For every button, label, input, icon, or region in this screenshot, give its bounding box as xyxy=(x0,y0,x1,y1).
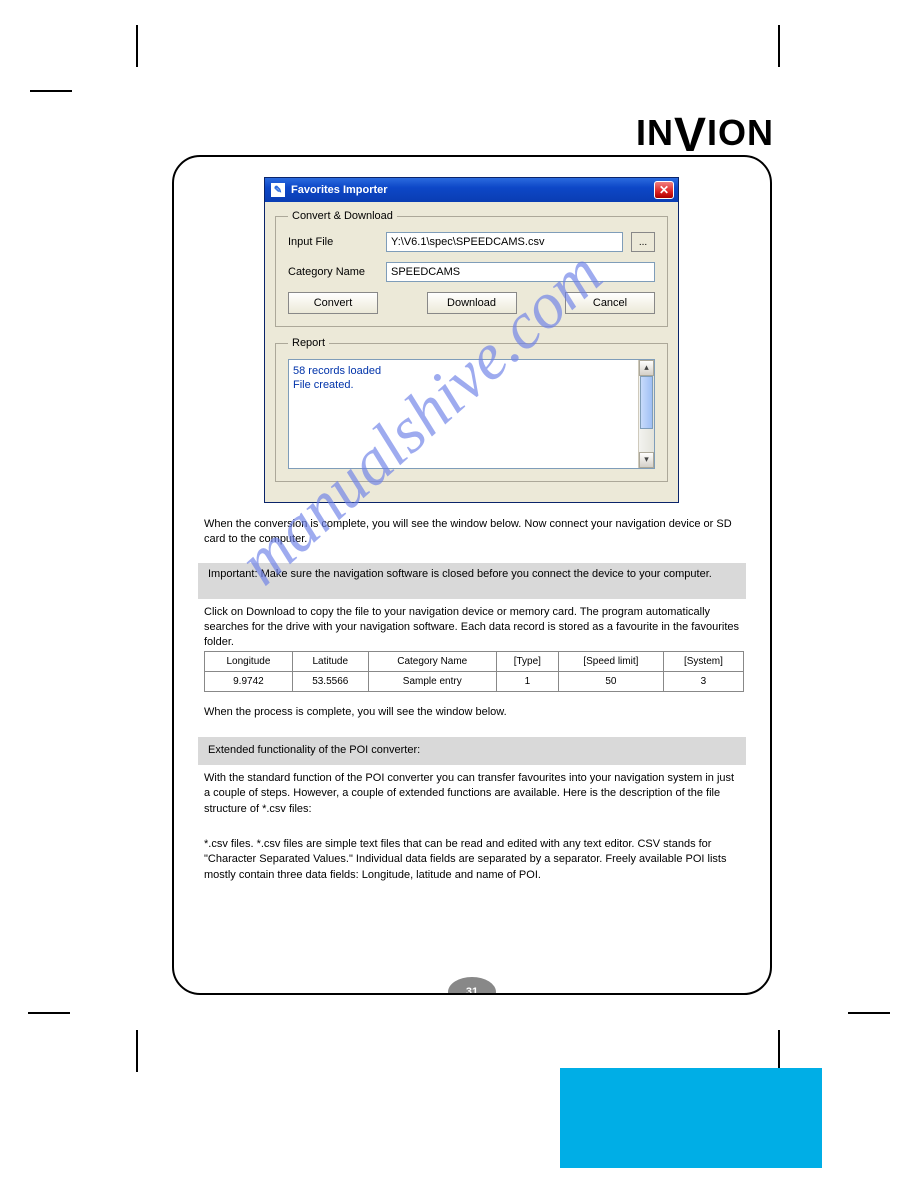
download-button[interactable]: Download xyxy=(427,292,517,314)
input-file-label: Input File xyxy=(288,236,378,248)
convert-download-group: Convert & Download Input File ... Catego… xyxy=(275,210,668,327)
input-file-field[interactable] xyxy=(386,232,623,252)
report-group: Report 58 records loaded File created. ▴… xyxy=(275,337,668,482)
blue-overlay-box xyxy=(560,1068,822,1168)
scrollbar-thumb[interactable] xyxy=(640,376,653,429)
favorites-importer-dialog: ✎ Favorites Importer ✕ Convert & Downloa… xyxy=(264,177,679,503)
paragraph: With the standard function of the POI co… xyxy=(204,771,740,817)
td: 3 xyxy=(663,672,743,692)
th-type: [Type] xyxy=(496,652,558,672)
th-category: Category Name xyxy=(368,652,496,672)
td: Sample entry xyxy=(368,672,496,692)
group-legend-convert: Convert & Download xyxy=(288,210,397,222)
th-system: [System] xyxy=(663,652,743,672)
scrollbar[interactable]: ▴ ▾ xyxy=(638,360,654,468)
dialog-title: Favorites Importer xyxy=(291,184,388,196)
csv-structure-table: Longitude Latitude Category Name [Type] … xyxy=(204,651,744,692)
scrollbar-track[interactable] xyxy=(639,376,654,452)
paragraph: *.csv files. *.csv files are simple text… xyxy=(204,837,740,883)
dialog-titlebar[interactable]: ✎ Favorites Importer ✕ xyxy=(265,178,678,202)
table-row: 9.9742 53.5566 Sample entry 1 50 3 xyxy=(205,672,744,692)
dialog-icon: ✎ xyxy=(271,183,285,197)
report-textbox[interactable]: 58 records loaded File created. ▴ ▾ xyxy=(288,359,655,469)
important-note: Important: Make sure the navigation soft… xyxy=(198,563,746,599)
scroll-up-icon[interactable]: ▴ xyxy=(639,360,654,376)
th-longitude: Longitude xyxy=(205,652,293,672)
browse-button[interactable]: ... xyxy=(631,232,655,252)
td: 53.5566 xyxy=(292,672,368,692)
category-name-label: Category Name xyxy=(288,266,378,278)
td: 1 xyxy=(496,672,558,692)
table-row: Longitude Latitude Category Name [Type] … xyxy=(205,652,744,672)
paragraph: When the conversion is complete, you wil… xyxy=(204,517,740,547)
convert-button[interactable]: Convert xyxy=(288,292,378,314)
report-line: File created. xyxy=(293,378,636,392)
group-legend-report: Report xyxy=(288,337,329,349)
scroll-down-icon[interactable]: ▾ xyxy=(639,452,654,468)
page-number: 31 xyxy=(448,977,496,995)
brand-logo: INVION xyxy=(636,112,774,154)
page-frame: ✎ Favorites Importer ✕ Convert & Downloa… xyxy=(172,155,772,995)
close-icon[interactable]: ✕ xyxy=(654,181,674,199)
category-name-field[interactable] xyxy=(386,262,655,282)
td: 9.9742 xyxy=(205,672,293,692)
cancel-button[interactable]: Cancel xyxy=(565,292,655,314)
th-latitude: Latitude xyxy=(292,652,368,672)
th-speed: [Speed limit] xyxy=(558,652,663,672)
paragraph: When the process is complete, you will s… xyxy=(204,705,740,720)
td: 50 xyxy=(558,672,663,692)
report-line: 58 records loaded xyxy=(293,364,636,378)
section-heading-band: Extended functionality of the POI conver… xyxy=(198,737,746,765)
paragraph: Click on Download to copy the file to yo… xyxy=(204,605,740,650)
